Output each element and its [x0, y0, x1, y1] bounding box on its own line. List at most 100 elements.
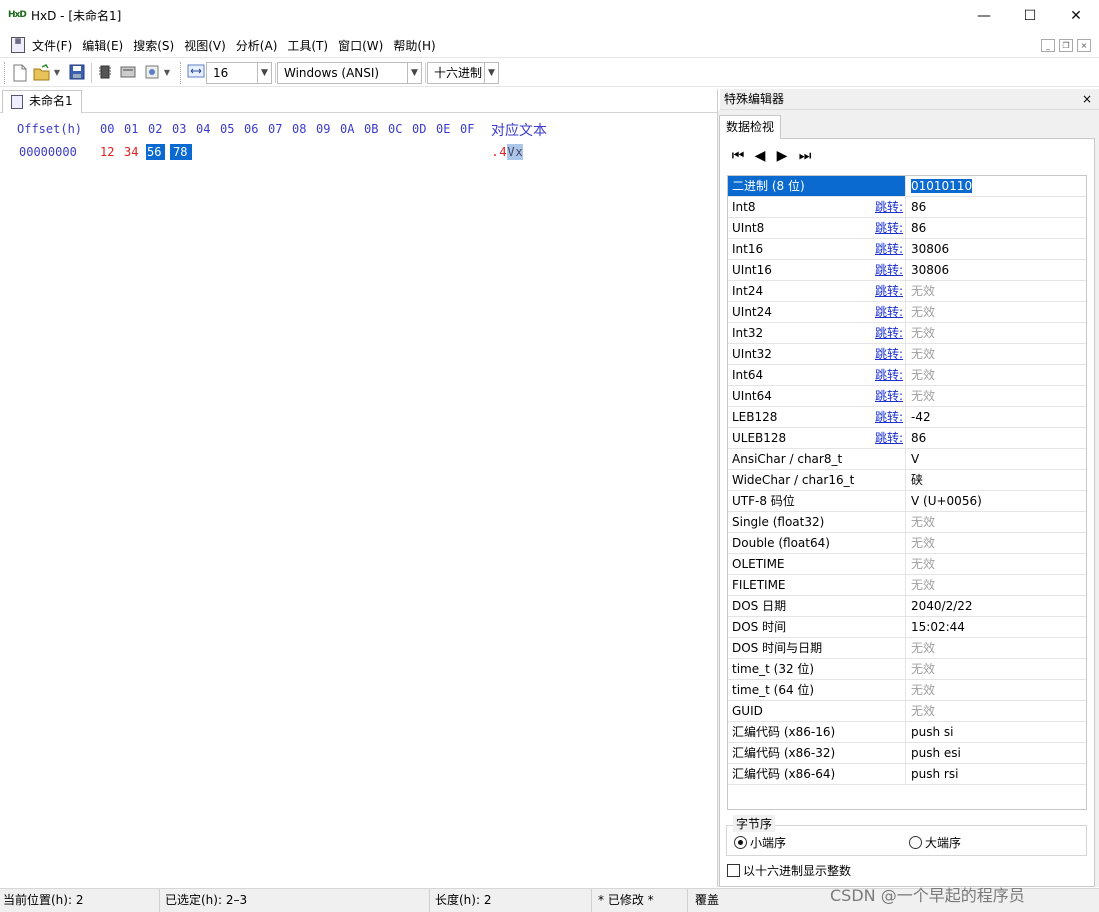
inspector-row[interactable]: GUID 无效	[728, 701, 1086, 722]
document-icon[interactable]: ▦	[11, 37, 25, 53]
inspector-row[interactable]: 二进制 (8 位) 01010110	[728, 176, 1086, 197]
menu-item[interactable]: 工具(T)	[287, 37, 328, 54]
inspector-row[interactable]: UTF-8 码位 V (U+0056)	[728, 491, 1086, 512]
inspector-field-value[interactable]: 硖	[907, 470, 1086, 490]
inspector-row[interactable]: LEB128 跳转: -42	[728, 407, 1086, 428]
inspector-field-value[interactable]: 无效	[907, 323, 1086, 343]
jump-link[interactable]: 跳转:	[875, 281, 903, 301]
first-icon[interactable]: ⏮	[729, 147, 747, 165]
inspector-field-value[interactable]: 86	[907, 218, 1086, 238]
inspector-row[interactable]: Int32 跳转: 无效	[728, 323, 1086, 344]
inspector-field-value[interactable]: 30806	[907, 260, 1086, 280]
open-file-icon[interactable]	[33, 64, 51, 82]
inspector-field-value[interactable]: 无效	[907, 575, 1086, 595]
inspector-field-value[interactable]: 86	[907, 428, 1086, 448]
jump-link[interactable]: 跳转:	[875, 407, 903, 427]
charset-select[interactable]: Windows (ANSI) ▼	[277, 62, 422, 84]
inspector-field-value[interactable]: V (U+0056)	[907, 491, 1086, 511]
ascii-char[interactable]: V	[507, 144, 515, 160]
previous-icon[interactable]: ◀	[751, 147, 769, 165]
big-endian-radio[interactable]	[909, 836, 922, 849]
hex-byte[interactable]: 56	[146, 144, 166, 160]
inspector-field-value[interactable]: 无效	[907, 701, 1086, 721]
chip-icon[interactable]	[96, 64, 114, 82]
jump-link[interactable]: 跳转:	[875, 302, 903, 322]
inspector-row[interactable]: Int8 跳转: 86	[728, 197, 1086, 218]
save-icon[interactable]	[68, 64, 86, 82]
inspector-row[interactable]: DOS 日期 2040/2/22	[728, 596, 1086, 617]
mdi-close-button[interactable]: ×	[1077, 39, 1091, 52]
jump-link[interactable]: 跳转:	[875, 386, 903, 406]
maximize-button[interactable]: ☐	[1007, 0, 1053, 31]
inspector-row[interactable]: 汇编代码 (x86-64) push rsi	[728, 764, 1086, 785]
inspector-field-value[interactable]: push rsi	[907, 764, 1086, 784]
inspector-field-value[interactable]: 无效	[907, 533, 1086, 553]
jump-link[interactable]: 跳转:	[875, 218, 903, 238]
inspector-row[interactable]: time_t (32 位) 无效	[728, 659, 1086, 680]
inspector-row[interactable]: FILETIME 无效	[728, 575, 1086, 596]
menu-item[interactable]: 文件(F)	[32, 37, 72, 54]
inspector-row[interactable]: DOS 时间与日期 无效	[728, 638, 1086, 659]
menu-item[interactable]: 分析(A)	[236, 37, 278, 54]
inspector-field-value[interactable]: 01010110	[907, 176, 1086, 196]
inspector-field-value[interactable]: push si	[907, 722, 1086, 742]
jump-link[interactable]: 跳转:	[875, 428, 903, 448]
little-endian-radio[interactable]	[734, 836, 747, 849]
jump-link[interactable]: 跳转:	[875, 197, 903, 217]
minimize-button[interactable]: —	[961, 0, 1007, 31]
tab-untitled1[interactable]: 未命名1	[2, 90, 82, 113]
ascii-char[interactable]: x	[515, 144, 523, 160]
close-button[interactable]: ✕	[1053, 0, 1099, 31]
inspector-row[interactable]: UInt8 跳转: 86	[728, 218, 1086, 239]
hex-byte[interactable]: 34	[122, 144, 140, 160]
menu-item[interactable]: 编辑(E)	[82, 37, 123, 54]
inspector-field-value[interactable]: 15:02:44	[907, 617, 1086, 637]
ram-dropdown-icon[interactable]: ▼	[162, 64, 172, 82]
inspector-row[interactable]: AnsiChar / char8_t V	[728, 449, 1086, 470]
inspector-row[interactable]: UInt16 跳转: 30806	[728, 260, 1086, 281]
inspector-field-value[interactable]: push esi	[907, 743, 1086, 763]
inspector-row[interactable]: Int16 跳转: 30806	[728, 239, 1086, 260]
hex-byte[interactable]: 78	[170, 144, 193, 160]
mdi-restore-button[interactable]: ❐	[1059, 39, 1073, 52]
little-endian-label[interactable]: 小端序	[750, 834, 786, 851]
inspector-field-value[interactable]: V	[907, 449, 1086, 469]
inspector-field-value[interactable]: 无效	[907, 344, 1086, 364]
jump-link[interactable]: 跳转:	[875, 323, 903, 343]
ascii-char[interactable]: 4	[499, 144, 507, 160]
inspector-row[interactable]: 汇编代码 (x86-16) push si	[728, 722, 1086, 743]
inspector-field-value[interactable]: 无效	[907, 638, 1086, 658]
inspector-row[interactable]: Single (float32) 无效	[728, 512, 1086, 533]
toolbar-grip-2[interactable]	[180, 62, 183, 84]
hex-byte[interactable]: 12	[98, 144, 116, 160]
ram-icon[interactable]	[143, 64, 161, 82]
inspector-field-value[interactable]: 无效	[907, 680, 1086, 700]
new-file-icon[interactable]	[11, 64, 29, 82]
inspector-row[interactable]: DOS 时间 15:02:44	[728, 617, 1086, 638]
last-icon[interactable]: ⏭	[796, 147, 814, 165]
toolbar-grip[interactable]	[4, 62, 7, 84]
offset-base-select[interactable]: 十六进制 ▼	[427, 62, 499, 84]
open-dropdown-icon[interactable]: ▼	[52, 64, 62, 82]
hex-editor[interactable]: Offset(h) 00 01 02 03 04 05 06 07 08 09 0A 0B 0C 0D 0E…	[0, 114, 717, 887]
mdi-minimize-button[interactable]: _	[1041, 39, 1055, 52]
bytes-per-row-select[interactable]: 16 ▼	[206, 62, 272, 84]
inspector-field-value[interactable]: 无效	[907, 365, 1086, 385]
inspector-row[interactable]: ULEB128 跳转: 86	[728, 428, 1086, 449]
panel-close-button[interactable]: ×	[1080, 89, 1094, 110]
menu-item[interactable]: 窗口(W)	[338, 37, 383, 54]
menu-item[interactable]: 搜索(S)	[133, 37, 174, 54]
inspector-field-value[interactable]: 无效	[907, 302, 1086, 322]
inspector-field-value[interactable]: 2040/2/22	[907, 596, 1086, 616]
jump-link[interactable]: 跳转:	[875, 239, 903, 259]
inspector-field-value[interactable]: 86	[907, 197, 1086, 217]
hex-integers-label[interactable]: 以十六进制显示整数	[743, 862, 851, 879]
inspector-field-value[interactable]: 无效	[907, 281, 1086, 301]
inspector-row[interactable]: UInt24 跳转: 无效	[728, 302, 1086, 323]
disk-icon[interactable]	[119, 64, 137, 82]
jump-link[interactable]: 跳转:	[875, 365, 903, 385]
inspector-field-value[interactable]: 30806	[907, 239, 1086, 259]
inspector-row[interactable]: WideChar / char16_t 硖	[728, 470, 1086, 491]
inspector-field-value[interactable]: 无效	[907, 659, 1086, 679]
inspector-row[interactable]: UInt32 跳转: 无效	[728, 344, 1086, 365]
